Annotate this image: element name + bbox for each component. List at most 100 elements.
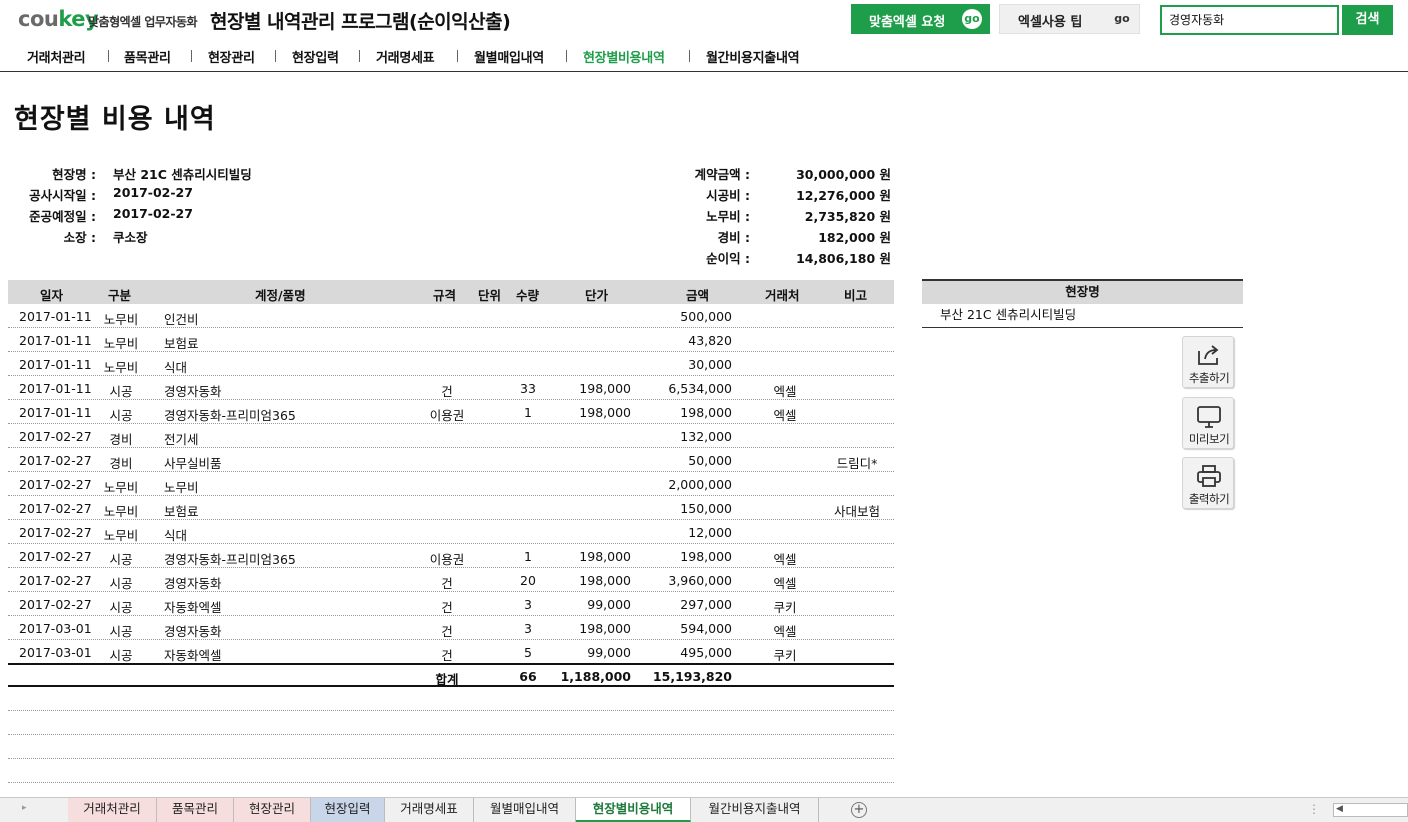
sheet-tab[interactable]: 월별매입내역 bbox=[474, 798, 576, 822]
table-row[interactable]: 2017-01-11 노무비 보험료 43,820 bbox=[8, 328, 894, 352]
empty-row[interactable] bbox=[8, 687, 894, 711]
sheet-tab[interactable]: 품목관리 bbox=[157, 798, 234, 822]
row-item: 경영자동화 bbox=[164, 576, 222, 591]
request-label: 맞춤엑셀 요청 bbox=[869, 15, 946, 30]
empty-row[interactable] bbox=[8, 759, 894, 783]
nav-site-cost[interactable]: 현장별비용내역 bbox=[583, 47, 665, 66]
app-title: 현장별 내역관리 프로그램(순이익산출) bbox=[210, 11, 511, 33]
table-row[interactable]: 2017-03-01 시공 경영자동화 건 3 198,000 594,000 엑셀 bbox=[8, 616, 894, 640]
nav-separator bbox=[108, 50, 109, 62]
table-row[interactable]: 2017-01-11 노무비 식대 30,000 bbox=[8, 352, 894, 376]
row-vendor: 엑셀 bbox=[773, 384, 797, 399]
contract-amount-value: 30,000,000 원 bbox=[796, 167, 891, 182]
preview-button[interactable]: 미리보기 bbox=[1182, 397, 1234, 449]
row-type: 노무비 bbox=[103, 336, 139, 351]
table-row[interactable]: 2017-01-11 시공 경영자동화 건 33 198,000 6,534,000 엑셀 bbox=[8, 376, 894, 400]
scroll-left-icon[interactable]: ◀ bbox=[1336, 804, 1343, 814]
tab-scroll-icon[interactable]: ▸ bbox=[22, 803, 27, 813]
custom-excel-request-button[interactable]: 맞춤엑셀 요청 go bbox=[851, 4, 990, 34]
col-note: 비고 bbox=[844, 288, 868, 303]
table-row[interactable]: 2017-02-27 경비 사무실비품 50,000 드림디* bbox=[8, 448, 894, 472]
nav-vendor-mgmt[interactable]: 거래처관리 bbox=[27, 47, 86, 66]
row-amount: 12,000 bbox=[688, 525, 732, 540]
nav-site-input[interactable]: 현장입력 bbox=[292, 47, 339, 66]
site-name-label: 현장명 : bbox=[52, 167, 96, 182]
labor-cost-value: 2,735,820 원 bbox=[804, 209, 891, 224]
table-row[interactable]: 2017-02-27 경비 전기세 132,000 bbox=[8, 424, 894, 448]
nav-item-mgmt[interactable]: 품목관리 bbox=[124, 47, 171, 66]
sheet-tab[interactable]: 거래처관리 bbox=[68, 798, 157, 822]
col-qty: 수량 bbox=[516, 288, 540, 303]
row-amount: 500,000 bbox=[680, 309, 732, 324]
sheet-tab[interactable]: 월간비용지출내역 bbox=[691, 798, 819, 822]
scroll-split-icon[interactable]: ⋮ bbox=[1308, 802, 1320, 816]
nav-bar: 거래처관리 품목관리 현장관리 현장입력 거래명세표 월별매입내역 현장별비용내… bbox=[0, 40, 1408, 72]
row-type: 시공 bbox=[109, 384, 133, 399]
nav-statement[interactable]: 거래명세표 bbox=[376, 47, 435, 66]
sheet-tab[interactable]: 거래명세표 bbox=[385, 798, 474, 822]
construction-cost-value: 12,276,000 원 bbox=[796, 188, 891, 203]
print-label: 출력하기 bbox=[1188, 492, 1230, 506]
manager-value[interactable]: 쿠소장 bbox=[113, 227, 148, 246]
table-header: 일자 구분 계정/품명 규격 단위 수량 단가 금액 거래처 비고 bbox=[8, 280, 894, 304]
col-type: 구분 bbox=[108, 288, 132, 303]
row-price: 198,000 bbox=[579, 573, 631, 588]
expense-value: 182,000 원 bbox=[818, 230, 891, 245]
row-price: 198,000 bbox=[579, 381, 631, 396]
row-date: 2017-02-27 bbox=[19, 429, 92, 444]
total-row: 합계 66 1,188,000 15,193,820 bbox=[8, 663, 894, 687]
row-amount: 43,820 bbox=[688, 333, 732, 348]
site-name-value[interactable]: 부산 21C 센츄리시티빌딩 bbox=[113, 164, 252, 183]
nav-separator bbox=[359, 50, 360, 62]
row-vendor: 쿠키 bbox=[773, 600, 797, 615]
go-icon: go bbox=[1112, 9, 1132, 29]
site-list-item[interactable]: 부산 21C 센츄리시티빌딩 bbox=[922, 304, 1243, 328]
table-row[interactable]: 2017-01-11 시공 경영자동화-프리미엄365 이용권 1 198,000 198,… bbox=[8, 400, 894, 424]
table-row[interactable]: 2017-01-11 노무비 인건비 500,000 bbox=[8, 304, 894, 328]
app-header: coukey 맞춤형엑셀 업무자동화 현장별 내역관리 프로그램(순이익산출) … bbox=[0, 0, 1408, 40]
row-spec: 건 bbox=[441, 384, 453, 399]
total-amount: 15,193,820 bbox=[652, 669, 732, 684]
search-input[interactable]: 경영자동화 bbox=[1160, 5, 1339, 35]
sheet-tab[interactable]: 현장관리 bbox=[234, 798, 311, 822]
print-button[interactable]: 출력하기 bbox=[1182, 457, 1234, 509]
start-date-label: 공사시작일 : bbox=[29, 188, 96, 203]
row-amount: 297,000 bbox=[680, 597, 732, 612]
search-button[interactable]: 검색 bbox=[1342, 5, 1393, 35]
row-type: 노무비 bbox=[103, 360, 139, 375]
horizontal-scrollbar[interactable]: ◀ bbox=[1333, 803, 1408, 817]
excel-tips-button[interactable]: 엑셀사용 팁 go bbox=[999, 4, 1140, 34]
table-row[interactable]: 2017-02-27 노무비 보험료 150,000 사대보험 bbox=[8, 496, 894, 520]
nav-site-mgmt[interactable]: 현장관리 bbox=[208, 47, 255, 66]
row-type: 노무비 bbox=[103, 504, 139, 519]
row-type: 시공 bbox=[109, 576, 133, 591]
row-item: 경영자동화 bbox=[164, 384, 222, 399]
row-price: 99,000 bbox=[587, 645, 631, 660]
empty-row[interactable] bbox=[8, 711, 894, 735]
row-amount: 198,000 bbox=[680, 549, 732, 564]
completion-date-value[interactable]: 2017-02-27 bbox=[113, 206, 193, 221]
col-amount: 금액 bbox=[686, 288, 710, 303]
export-button[interactable]: 추출하기 bbox=[1182, 336, 1234, 388]
start-date-value[interactable]: 2017-02-27 bbox=[113, 185, 193, 200]
table-row[interactable]: 2017-02-27 시공 경영자동화 건 20 198,000 3,960,000 엑셀 bbox=[8, 568, 894, 592]
nav-separator bbox=[457, 50, 458, 62]
table-row[interactable]: 2017-02-27 노무비 식대 12,000 bbox=[8, 520, 894, 544]
nav-monthly-expense[interactable]: 월간비용지출내역 bbox=[706, 47, 800, 66]
logo-subtitle: 맞춤형엑셀 업무자동화 bbox=[88, 15, 198, 29]
empty-row[interactable] bbox=[8, 735, 894, 759]
tips-label: 엑셀사용 팁 bbox=[1018, 15, 1083, 30]
table-row[interactable]: 2017-02-27 시공 자동화엑셀 건 3 99,000 297,000 쿠키 bbox=[8, 592, 894, 616]
table-row[interactable]: 2017-02-27 노무비 노무비 2,000,000 bbox=[8, 472, 894, 496]
table-row[interactable]: 2017-03-01 시공 자동화엑셀 건 5 99,000 495,000 쿠키 bbox=[8, 640, 894, 664]
table-row[interactable]: 2017-02-27 시공 경영자동화-프리미엄365 이용권 1 198,000 198,… bbox=[8, 544, 894, 568]
nav-monthly-purchase[interactable]: 월별매입내역 bbox=[474, 47, 544, 66]
sheet-tab[interactable]: 현장입력 bbox=[311, 798, 385, 822]
col-unit: 단위 bbox=[478, 288, 502, 303]
row-qty: 3 bbox=[524, 621, 532, 636]
sheet-tab[interactable]: 현장별비용내역 bbox=[576, 798, 691, 822]
total-label: 합계 bbox=[435, 672, 459, 687]
add-sheet-icon[interactable]: + bbox=[851, 802, 867, 818]
row-vendor: 쿠키 bbox=[773, 648, 797, 663]
net-profit-label: 순이익 : bbox=[706, 251, 750, 266]
